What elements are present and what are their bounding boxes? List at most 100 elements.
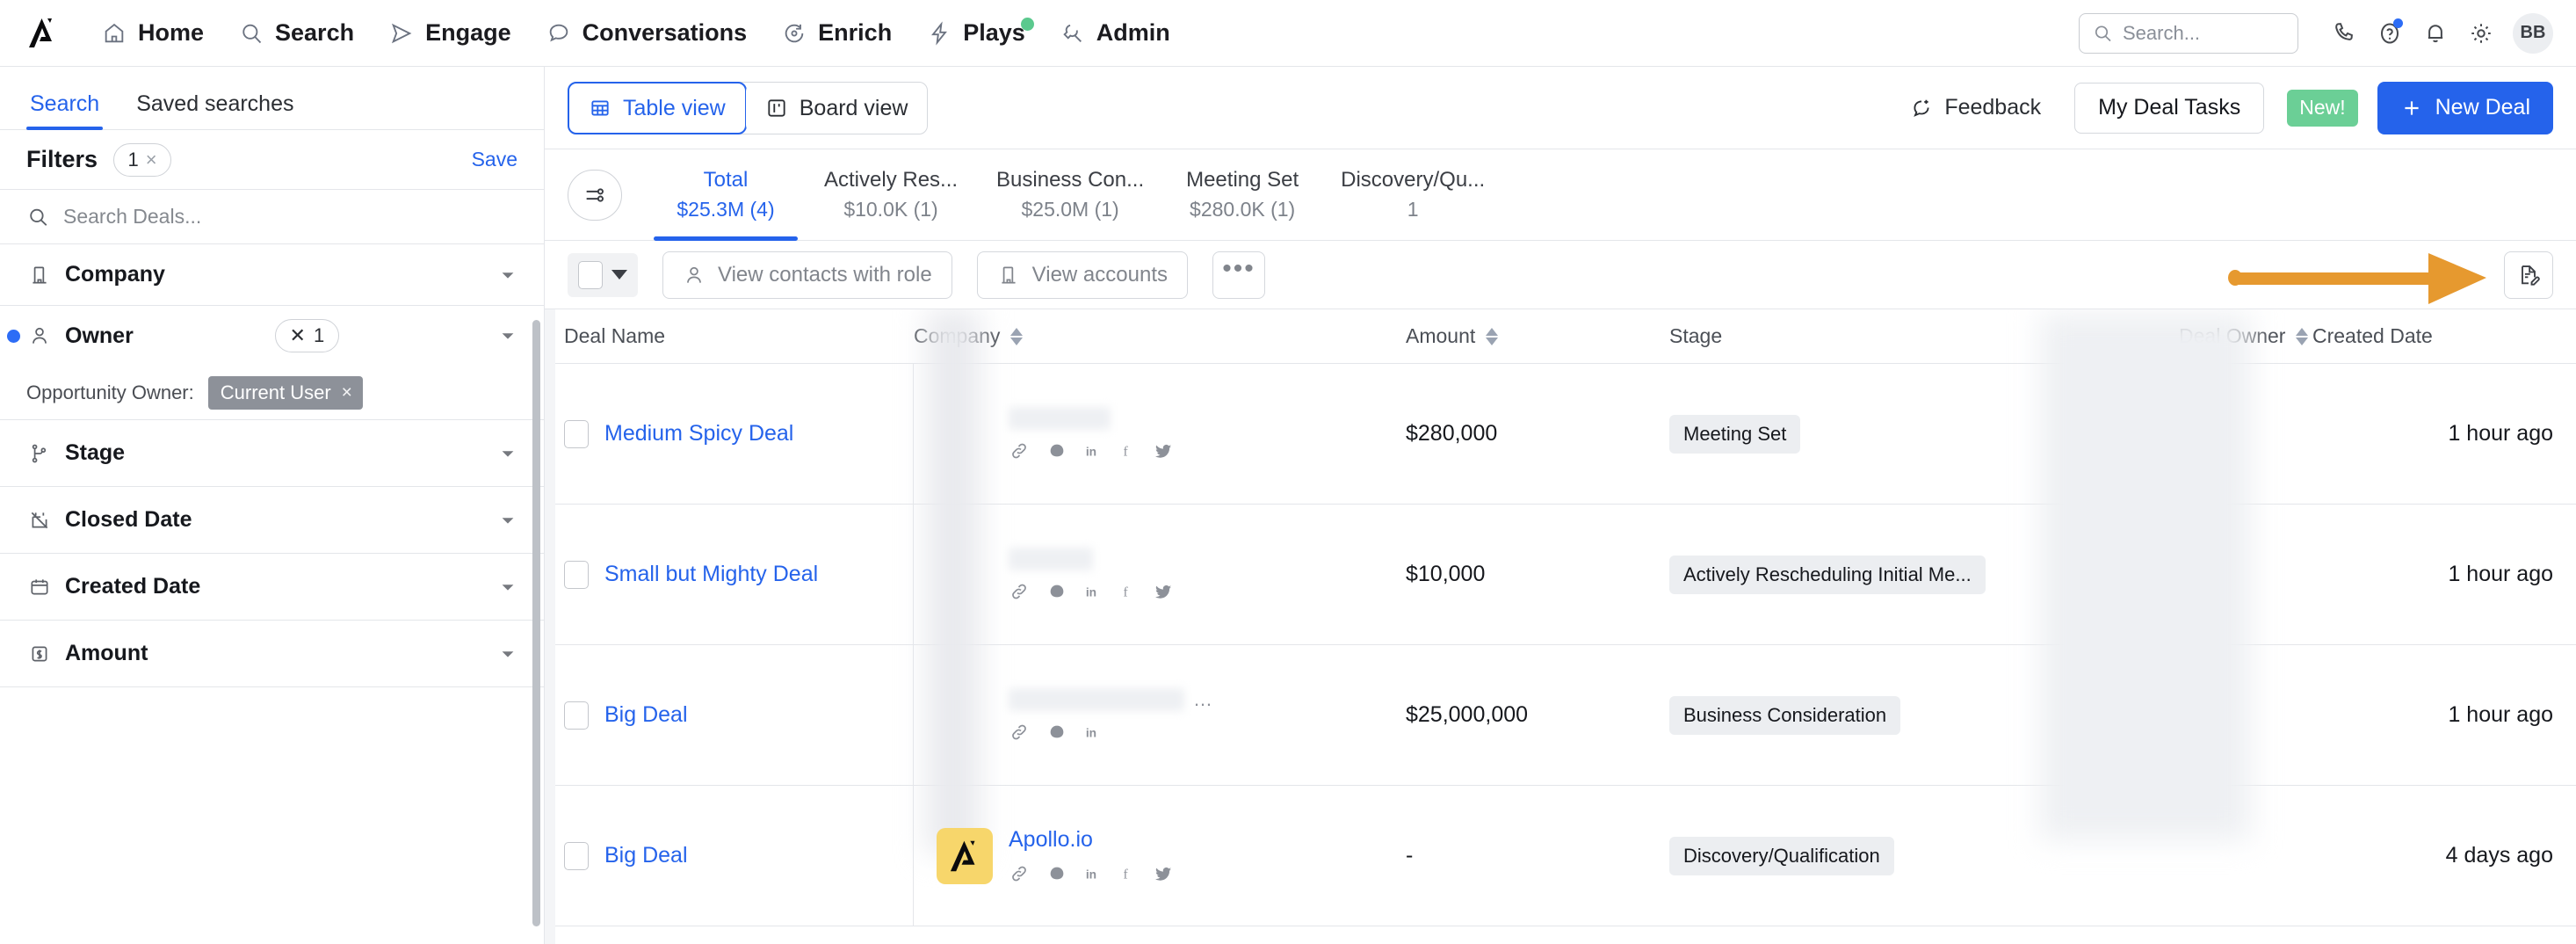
facebook-icon[interactable]: f: [1121, 864, 1135, 883]
view-accounts-button[interactable]: View accounts: [977, 251, 1188, 299]
linkedin-icon[interactable]: in: [1084, 864, 1103, 883]
close-icon[interactable]: ×: [342, 382, 352, 403]
chevron-down-icon[interactable]: [498, 644, 517, 664]
filter-row-company[interactable]: Company: [0, 244, 544, 306]
stat-tab-total[interactable]: Total $25.3M (4): [647, 149, 805, 240]
filter-row-amount[interactable]: Amount: [0, 621, 544, 687]
nav-item-conversations[interactable]: Conversations: [529, 12, 765, 54]
table-row[interactable]: Big Deal … in: [545, 645, 2576, 786]
filters-count-pill[interactable]: 1 ×: [113, 143, 171, 177]
stat-tab-meeting-set[interactable]: Meeting Set $280.0K (1): [1163, 149, 1321, 240]
apollo-icon[interactable]: [1047, 723, 1067, 742]
chevron-down-icon[interactable]: [498, 511, 517, 530]
company-name-link[interactable]: Apollo.io: [1009, 827, 1174, 853]
select-all-dropdown[interactable]: [568, 253, 638, 297]
column-header-created-date[interactable]: Created Date: [2312, 324, 2433, 348]
my-deal-tasks-button[interactable]: My Deal Tasks: [2074, 83, 2264, 134]
select-all-checkbox[interactable]: [578, 261, 603, 289]
nav-item-enrich[interactable]: Enrich: [764, 12, 909, 54]
deal-name-link[interactable]: Small but Mighty Deal: [604, 562, 818, 587]
sort-icon[interactable]: [2296, 328, 2308, 345]
deal-name-link[interactable]: Medium Spicy Deal: [604, 421, 793, 447]
bell-icon[interactable]: [2413, 11, 2458, 56]
chevron-down-icon[interactable]: [498, 444, 517, 463]
new-deal-button[interactable]: New Deal: [2377, 82, 2553, 134]
sidebar-tab-search[interactable]: Search: [26, 91, 103, 129]
close-icon[interactable]: ×: [146, 149, 157, 171]
apollo-logo[interactable]: [23, 14, 62, 53]
more-actions-button[interactable]: •••: [1212, 251, 1265, 299]
link-icon[interactable]: [1009, 722, 1030, 743]
owner-filter-chip[interactable]: Current User ×: [208, 376, 363, 410]
row-checkbox[interactable]: [564, 561, 589, 589]
help-icon[interactable]: [2367, 11, 2413, 56]
nav-item-plays[interactable]: Plays: [909, 12, 1043, 54]
filter-row-closed-date[interactable]: Closed Date: [0, 487, 544, 554]
facebook-icon[interactable]: f: [1121, 441, 1135, 461]
export-document-button[interactable]: [2504, 251, 2553, 299]
stat-tab-actively-rescheduling[interactable]: Actively Res... $10.0K (1): [805, 149, 977, 240]
column-header-amount[interactable]: Amount: [1406, 324, 1498, 348]
table-header-row: Deal Name Company Amount Stage: [545, 309, 2576, 364]
company-name-redacted: [1009, 548, 1093, 570]
row-checkbox[interactable]: [564, 420, 589, 448]
linkedin-icon[interactable]: in: [1084, 723, 1103, 742]
search-deals-input[interactable]: Search Deals...: [0, 190, 544, 244]
link-icon[interactable]: [1009, 863, 1030, 884]
apollo-icon[interactable]: [1047, 864, 1067, 883]
column-header-stage[interactable]: Stage: [1669, 324, 1722, 348]
chevron-down-icon[interactable]: [498, 265, 517, 285]
gear-icon[interactable]: [2458, 11, 2504, 56]
column-header-deal-owner[interactable]: Deal Owner: [2179, 324, 2308, 348]
apollo-icon[interactable]: [1047, 582, 1067, 601]
tab-board-view[interactable]: Board view: [746, 83, 928, 134]
column-header-company[interactable]: Company: [914, 324, 1023, 348]
link-icon[interactable]: [1009, 440, 1030, 461]
twitter-icon[interactable]: [1153, 864, 1174, 883]
global-search-input[interactable]: Search...: [2079, 13, 2298, 54]
tab-table-view[interactable]: Table view: [568, 82, 747, 134]
table-row[interactable]: Small but Mighty Deal in f: [545, 505, 2576, 645]
stat-tab-discovery-qualification[interactable]: Discovery/Qu... 1: [1321, 149, 1504, 240]
filter-row-stage[interactable]: Stage: [0, 420, 544, 487]
sort-icon[interactable]: [1010, 328, 1023, 345]
avatar[interactable]: BB: [2513, 13, 2553, 54]
linkedin-icon[interactable]: in: [1084, 441, 1103, 461]
chevron-down-icon[interactable]: [498, 326, 517, 345]
table-row[interactable]: Medium Spicy Deal in f: [545, 364, 2576, 505]
twitter-icon[interactable]: [1153, 582, 1174, 601]
sort-icon[interactable]: [1486, 328, 1498, 345]
nav-item-search[interactable]: Search: [221, 12, 372, 54]
nav-item-admin[interactable]: Admin: [1043, 12, 1188, 54]
row-checkbox[interactable]: [564, 842, 589, 870]
apollo-icon[interactable]: [1047, 441, 1067, 461]
row-checkbox[interactable]: [564, 701, 589, 730]
close-icon[interactable]: ✕: [290, 324, 306, 347]
phone-icon[interactable]: [2321, 11, 2367, 56]
twitter-icon[interactable]: [1153, 441, 1174, 461]
linkedin-icon[interactable]: in: [1084, 582, 1103, 601]
deal-name-link[interactable]: Big Deal: [604, 843, 688, 868]
facebook-icon[interactable]: f: [1121, 582, 1135, 601]
deal-name-link[interactable]: Big Deal: [604, 702, 688, 728]
filter-row-owner[interactable]: Owner ✕ 1: [0, 306, 544, 366]
chevron-down-icon[interactable]: [611, 270, 627, 280]
filter-label: Amount: [65, 641, 148, 666]
sidebar-tab-saved-searches[interactable]: Saved searches: [133, 91, 297, 129]
stats-tab-bar: Total $25.3M (4) Actively Res... $10.0K …: [545, 149, 2576, 241]
filter-row-created-date[interactable]: Created Date: [0, 554, 544, 621]
owner-filter-count-pill[interactable]: ✕ 1: [275, 319, 340, 352]
stats-settings-button[interactable]: [568, 170, 622, 221]
nav-item-engage[interactable]: Engage: [372, 12, 529, 54]
view-contacts-with-role-button[interactable]: View contacts with role: [662, 251, 952, 299]
sidebar-scrollbar[interactable]: [532, 320, 540, 926]
company-overflow-indicator[interactable]: …: [1193, 693, 1212, 706]
stat-tab-business-consideration[interactable]: Business Con... $25.0M (1): [977, 149, 1163, 240]
feedback-button[interactable]: Feedback: [1896, 95, 2055, 120]
nav-item-home[interactable]: Home: [84, 12, 221, 54]
save-filters-button[interactable]: Save: [472, 148, 517, 171]
link-icon[interactable]: [1009, 581, 1030, 602]
column-header-deal-name[interactable]: Deal Name: [564, 324, 665, 348]
table-row[interactable]: Big Deal Apollo.io in f: [545, 786, 2576, 926]
chevron-down-icon[interactable]: [498, 577, 517, 597]
